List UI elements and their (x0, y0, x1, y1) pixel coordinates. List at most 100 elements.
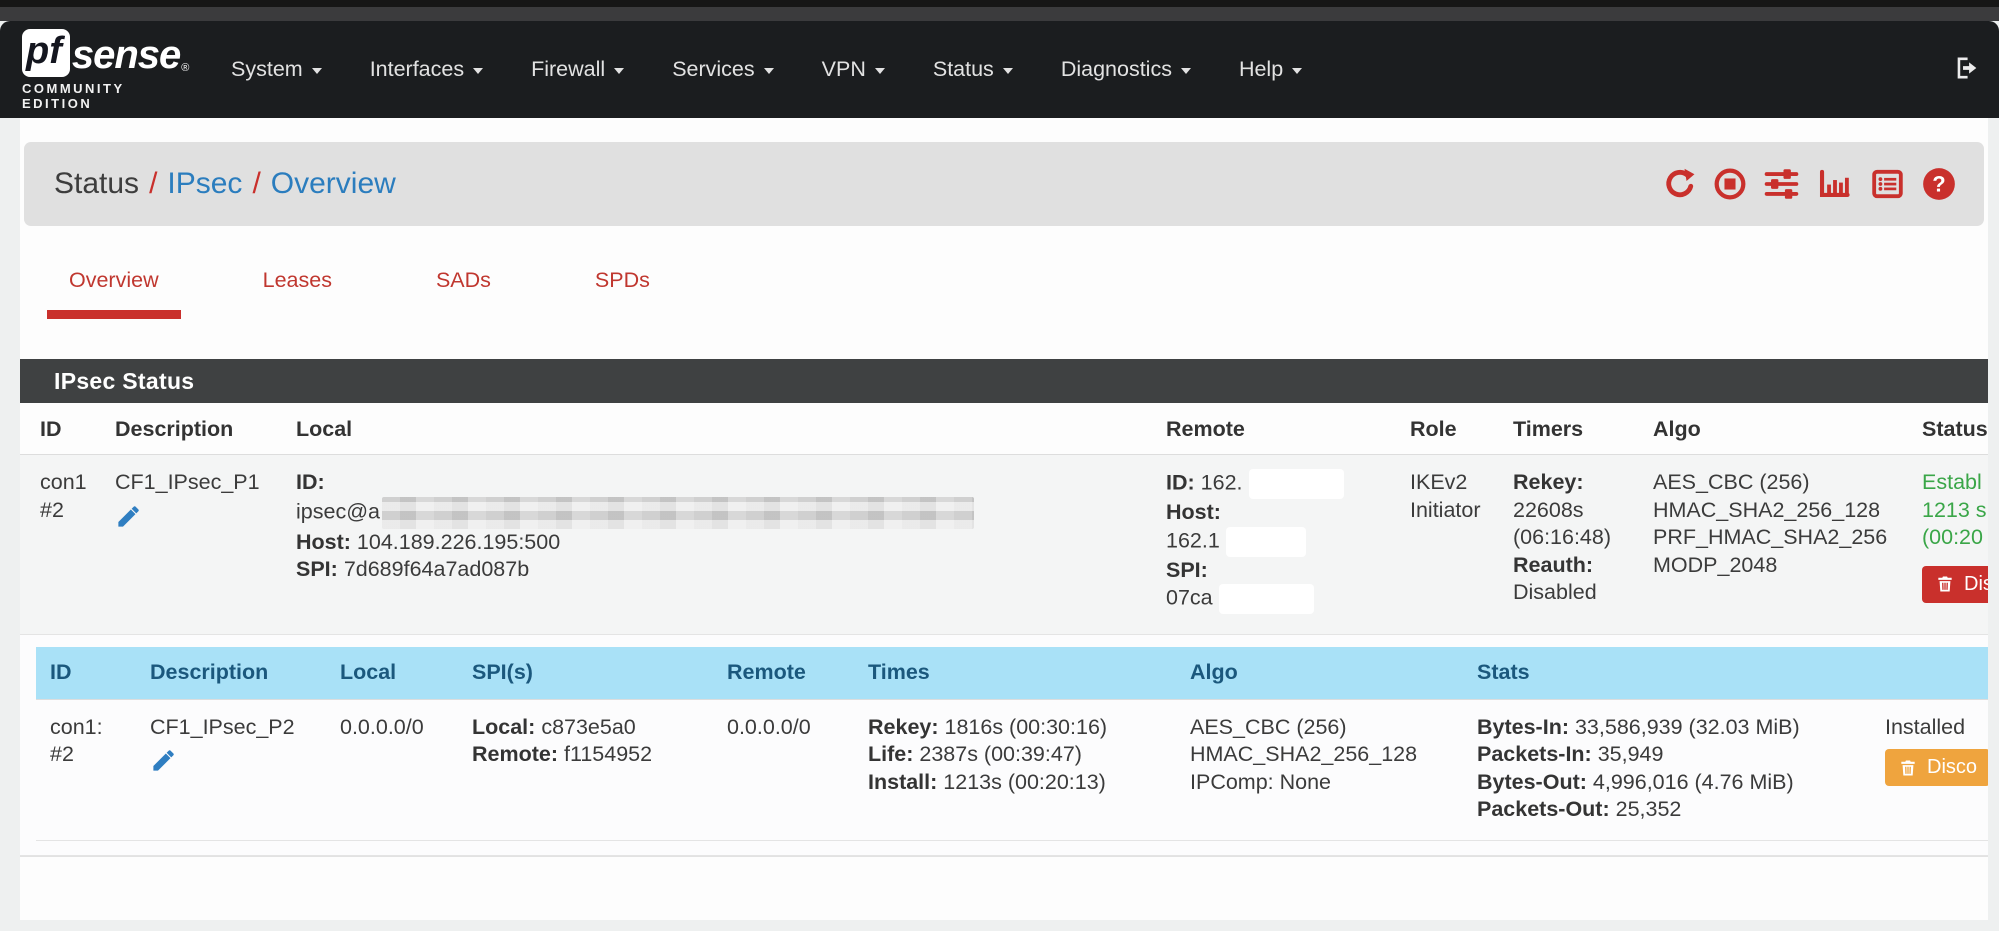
cell-algo: AES_CBC (256) HMAC_SHA2_256_128 IPComp: … (1176, 699, 1463, 840)
child-sa-wrapper: ID Description Local SPI(s) Remote Times… (20, 635, 1988, 856)
cell-id: con1 #2 (20, 455, 95, 635)
ike-sa-row: con1 #2 CF1_IPsec_P1 ID: ipsec@a Host: 1… (20, 455, 1988, 635)
cell-times: Rekey: 1816s (00:30:16) Life: 2387s (00:… (854, 699, 1176, 840)
child-header-row: ID Description Local SPI(s) Remote Times… (36, 647, 1988, 699)
caret-down-icon (1181, 68, 1191, 74)
help-icon[interactable]: ? (1922, 167, 1956, 201)
cell-description: CF1_IPsec_P2 (136, 699, 326, 840)
col-algo: Algo (1633, 403, 1902, 455)
col-stats: Stats (1463, 647, 1871, 699)
list-icon[interactable] (1869, 167, 1906, 201)
description-text: CF1_IPsec_P1 (115, 469, 276, 497)
cell-timers: Rekey: 22608s (06:16:48) Reauth: Disable… (1493, 455, 1633, 635)
disconnect-child-button[interactable]: Disco (1885, 749, 1988, 786)
stop-icon[interactable] (1713, 167, 1747, 201)
breadcrumb-bar: Status / IPsec / Overview ? (24, 142, 1984, 226)
cell-local: 0.0.0.0/0 (326, 699, 458, 840)
col-remote: Remote (1146, 403, 1390, 455)
redacted-text (1226, 527, 1306, 557)
tab-overview[interactable]: Overview (47, 254, 181, 319)
col-timers: Timers (1493, 403, 1633, 455)
tab-spds[interactable]: SPDs (573, 254, 672, 319)
pfsense-logo[interactable]: pf sense ® COMMUNITY EDITION (22, 29, 187, 111)
col-status: Status (1902, 403, 1988, 455)
tab-leases[interactable]: Leases (241, 254, 354, 319)
caret-down-icon (614, 68, 624, 74)
cell-description: CF1_IPsec_P1 (95, 455, 276, 635)
cell-algo: AES_CBC (256) HMAC_SHA2_256_128 PRF_HMAC… (1633, 455, 1902, 635)
menu-item-interfaces[interactable]: Interfaces (346, 45, 507, 94)
main-menu: System Interfaces Firewall Services VPN … (207, 45, 1326, 94)
redacted-text (382, 497, 974, 529)
tab-sads[interactable]: SADs (414, 254, 513, 319)
description-text: CF1_IPsec_P2 (150, 714, 326, 742)
col-role: Role (1390, 403, 1493, 455)
menu-item-services[interactable]: Services (648, 45, 797, 94)
breadcrumb: Status / IPsec / Overview (54, 167, 396, 201)
col-remote: Remote (713, 647, 854, 699)
status-established: Establ (1922, 469, 1988, 497)
col-id: ID (36, 647, 136, 699)
caret-down-icon (312, 68, 322, 74)
bar-chart-icon[interactable] (1816, 167, 1853, 201)
logo-pf-badge: pf (22, 29, 70, 77)
cell-status: Establ 1213 s (00:20 Dis (1902, 455, 1988, 635)
sign-out-icon[interactable] (1953, 54, 1981, 87)
logo-registered-mark: ® (181, 62, 189, 77)
menu-item-vpn[interactable]: VPN (798, 45, 909, 94)
logo-row: pf sense ® (22, 29, 187, 77)
col-id: ID (20, 403, 95, 455)
cell-remote: 0.0.0.0/0 (713, 699, 854, 840)
caret-down-icon (473, 68, 483, 74)
breadcrumb-separator: / (252, 167, 260, 200)
cell-spis: Local: c873e5a0 Remote: f1154952 (458, 699, 713, 840)
window-top-edge (0, 0, 1999, 7)
breadcrumb-link-ipsec[interactable]: IPsec (167, 167, 242, 200)
col-times: Times (854, 647, 1176, 699)
logo-edition-text: COMMUNITY EDITION (22, 81, 187, 111)
edit-pencil-icon[interactable] (115, 503, 276, 538)
col-actions (1871, 647, 1988, 699)
panel-title: IPsec Status (20, 359, 1988, 403)
menu-item-diagnostics[interactable]: Diagnostics (1037, 45, 1215, 94)
caret-down-icon (875, 68, 885, 74)
navbar: pf sense ® COMMUNITY EDITION System Inte… (0, 21, 1999, 118)
refresh-icon[interactable] (1663, 167, 1697, 201)
breadcrumb-separator: / (149, 167, 157, 200)
cell-stats: Bytes-In: 33,586,939 (32.03 MiB) Packets… (1463, 699, 1871, 840)
logo-sense-text: sense (72, 33, 180, 77)
breadcrumb-root: Status (54, 167, 139, 200)
menu-item-system[interactable]: System (207, 45, 346, 94)
col-description: Description (95, 403, 276, 455)
child-sa-row: con1: #2 CF1_IPsec_P2 (36, 699, 1988, 840)
col-description: Description (136, 647, 326, 699)
menu-item-firewall[interactable]: Firewall (507, 45, 648, 94)
caret-down-icon (764, 68, 774, 74)
edit-pencil-icon[interactable] (150, 747, 326, 782)
table-header-row: ID Description Local Remote Role Timers … (20, 403, 1988, 455)
col-algo: Algo (1176, 647, 1463, 699)
trash-icon (1935, 574, 1955, 594)
redacted-text (1249, 469, 1344, 499)
disconnect-button[interactable]: Dis (1922, 566, 1988, 603)
caret-down-icon (1292, 68, 1302, 74)
child-sa-table: ID Description Local SPI(s) Remote Times… (36, 647, 1988, 841)
menu-item-status[interactable]: Status (909, 45, 1037, 94)
menu-item-help[interactable]: Help (1215, 45, 1326, 94)
breadcrumb-toolbar: ? (1663, 167, 1956, 201)
ipsec-status-table: ID Description Local Remote Role Timers … (20, 403, 1988, 856)
tab-bar: Overview Leases SADs SPDs (47, 254, 1988, 319)
caret-down-icon (1003, 68, 1013, 74)
trash-icon (1898, 758, 1918, 778)
cell-local: ID: ipsec@a Host: 104.189.226.195:500 SP… (276, 455, 1146, 635)
svg-text:?: ? (1932, 171, 1945, 196)
col-spis: SPI(s) (458, 647, 713, 699)
redacted-text (1219, 584, 1314, 614)
ipsec-status-panel: IPsec Status ID Description Local Remote… (20, 359, 1988, 857)
cell-role: IKEv2 Initiator (1390, 455, 1493, 635)
installed-state: Installed (1885, 714, 1988, 742)
cell-id: con1: #2 (36, 699, 136, 840)
breadcrumb-link-overview[interactable]: Overview (271, 167, 396, 200)
cell-remote: ID: 162. Host: 162.1 SPI: 07ca (1146, 455, 1390, 635)
sliders-icon[interactable] (1763, 167, 1800, 201)
